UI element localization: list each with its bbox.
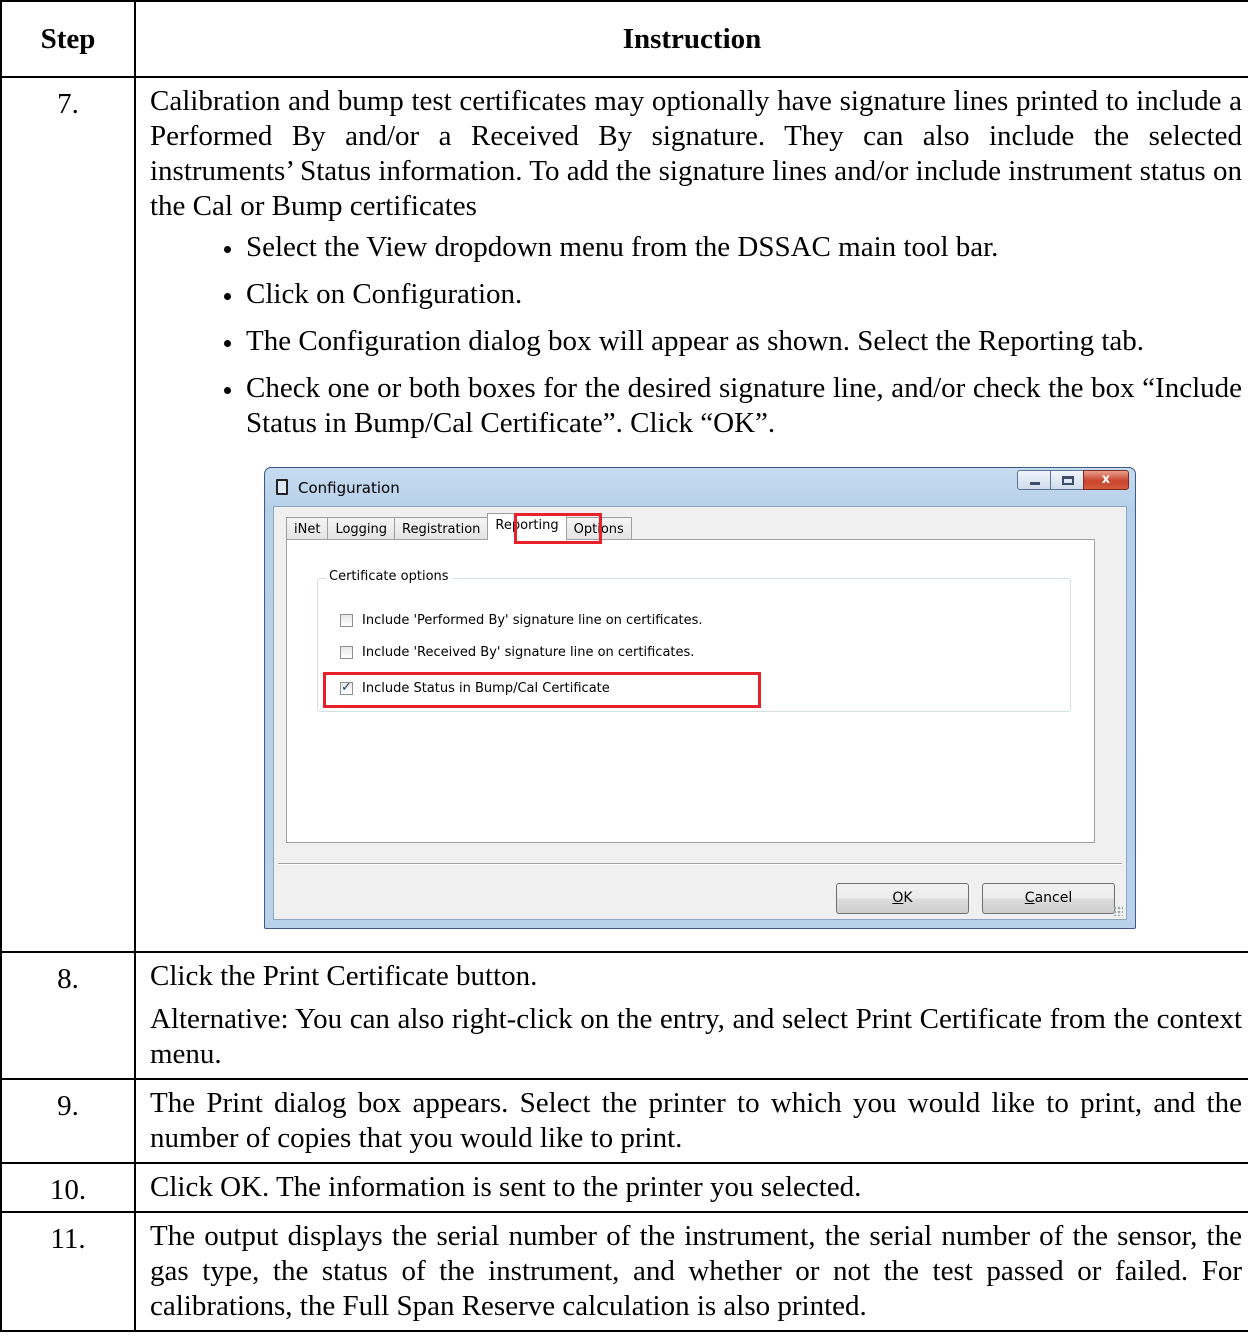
minimize-icon — [1030, 482, 1040, 485]
bullet-item: The Configuration dialog box will appear… — [244, 324, 1242, 359]
bullet-item: Check one or both boxes for the desired … — [244, 371, 1242, 441]
received-by-checkbox[interactable] — [340, 646, 353, 659]
instruction-cell: The output displays the serial number of… — [134, 1211, 1248, 1332]
performed-by-label: Include 'Performed By' signature line on… — [362, 613, 703, 628]
dialog-title: Configuration — [298, 479, 400, 497]
table-row: 9. The Print dialog box appears. Select … — [0, 1078, 1248, 1164]
received-by-option[interactable]: Include 'Received By' signature line on … — [340, 645, 694, 660]
instruction-cell: Calibration and bump test certificates m… — [134, 76, 1248, 953]
step-number: 7. — [0, 76, 136, 953]
configuration-dialog: Configuration x iNet Logging Registratio… — [264, 467, 1136, 929]
bullet-list: Select the View dropdown menu from the D… — [150, 230, 1242, 441]
group-label: Certificate options — [326, 569, 452, 584]
instruction-text: The Print dialog box appears. Select the… — [150, 1087, 1242, 1154]
cancel-accelerator: C — [1024, 890, 1035, 906]
window-buttons: x — [1017, 470, 1129, 490]
step-number: 10. — [0, 1162, 136, 1213]
instruction-cell: Click OK. The information is sent to the… — [134, 1162, 1248, 1213]
table-row: 8. Click the Print Certificate button. A… — [0, 951, 1248, 1080]
table-header-row: Step Instruction — [0, 0, 1248, 78]
close-button[interactable]: x — [1083, 470, 1129, 490]
close-icon: x — [1101, 472, 1111, 487]
cancel-button[interactable]: Cancel — [982, 883, 1115, 914]
tab-registration[interactable]: Registration — [394, 517, 489, 540]
instruction-cell: Click the Print Certificate button. Alte… — [134, 951, 1248, 1080]
instruction-text: Calibration and bump test certificates m… — [150, 85, 1242, 222]
app-icon — [276, 479, 288, 495]
alternative-text: Alternative: You can also right-click on… — [150, 1003, 1242, 1070]
ok-label: K — [903, 890, 913, 906]
instruction-text: Click OK. The information is sent to the… — [150, 1171, 862, 1203]
instruction-cell: The Print dialog box appears. Select the… — [134, 1078, 1248, 1164]
dialog-screenshot: Configuration x iNet Logging Registratio… — [150, 467, 1242, 945]
separator — [278, 863, 1122, 865]
reporting-tab-highlight — [514, 513, 602, 544]
tab-logging[interactable]: Logging — [327, 517, 396, 540]
bullet-item: Select the View dropdown menu from the D… — [244, 230, 1242, 265]
tab-inet[interactable]: iNet — [286, 517, 329, 540]
step-number: 8. — [0, 951, 136, 1080]
step-number: 11. — [0, 1211, 136, 1332]
instruction-text: Click the Print Certificate button. — [150, 960, 538, 992]
performed-by-option[interactable]: Include 'Performed By' signature line on… — [340, 613, 703, 628]
table-row: 10. Click OK. The information is sent to… — [0, 1162, 1248, 1213]
received-by-label: Include 'Received By' signature line on … — [362, 645, 695, 660]
table-row: 11. The output displays the serial numbe… — [0, 1211, 1248, 1332]
reporting-tab-panel: Certificate options Include 'Performed B… — [286, 539, 1095, 843]
maximize-icon — [1062, 476, 1074, 485]
ok-button[interactable]: OK — [836, 883, 969, 914]
table-row: 7. Calibration and bump test certificate… — [0, 76, 1248, 953]
resize-grip-icon[interactable] — [1113, 906, 1123, 916]
certificate-options-group: Certificate options Include 'Performed B… — [317, 569, 1071, 712]
bullet-item: Click on Configuration. — [244, 277, 1242, 312]
performed-by-checkbox[interactable] — [340, 614, 353, 627]
minimize-button[interactable] — [1017, 470, 1051, 490]
step-number: 9. — [0, 1078, 136, 1164]
instruction-text: The output displays the serial number of… — [150, 1220, 1242, 1322]
dialog-client-area: iNet Logging Registration Reporting Opti… — [273, 506, 1127, 920]
maximize-button[interactable] — [1050, 470, 1084, 490]
include-status-highlight — [323, 672, 761, 708]
cancel-label: ancel — [1034, 890, 1073, 906]
ok-accelerator: O — [892, 890, 904, 906]
instruction-table: Step Instruction 7. Calibration and bump… — [0, 0, 1248, 1332]
title-bar[interactable]: Configuration x — [265, 468, 1135, 506]
header-step: Step — [0, 0, 136, 78]
header-instruction: Instruction — [134, 0, 1248, 78]
